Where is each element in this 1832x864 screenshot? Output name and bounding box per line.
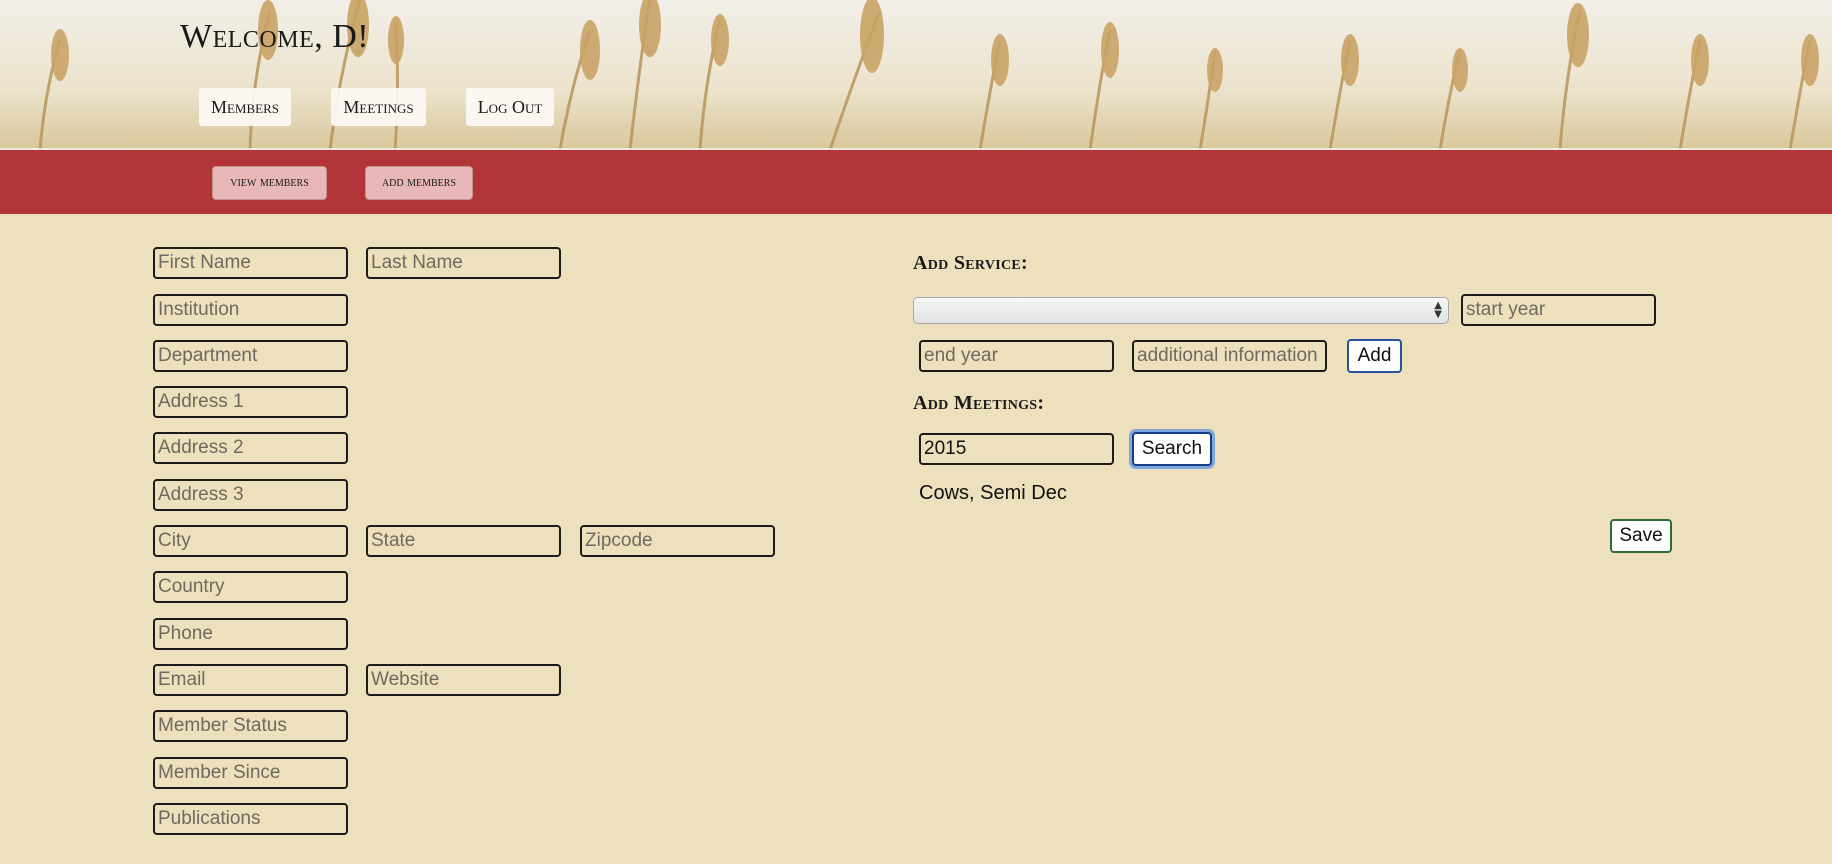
meeting-result[interactable]: Cows, Semi Dec (919, 482, 1067, 505)
end-year-field[interactable] (919, 340, 1114, 372)
service-select[interactable]: ▲ ▼ (913, 297, 1449, 324)
address3-field[interactable] (153, 479, 348, 511)
start-year-field[interactable] (1461, 294, 1656, 326)
meeting-year-field[interactable] (919, 433, 1114, 465)
phone-field[interactable] (153, 618, 348, 650)
address1-field[interactable] (153, 386, 348, 418)
nav-members-button[interactable]: Members (199, 88, 291, 126)
add-service-title: Add Service: (913, 252, 1029, 274)
view-members-button[interactable]: view members (212, 166, 327, 200)
website-field[interactable] (366, 664, 561, 696)
select-arrows-icon: ▲ ▼ (1434, 300, 1442, 320)
city-field[interactable] (153, 525, 348, 557)
search-meetings-button[interactable]: Search (1132, 432, 1212, 466)
member-status-field[interactable] (153, 710, 348, 742)
add-members-button[interactable]: add members (365, 166, 473, 200)
publications-field[interactable] (153, 803, 348, 835)
country-field[interactable] (153, 571, 348, 603)
address2-field[interactable] (153, 432, 348, 464)
members-subnav: view members add members (0, 150, 1832, 214)
first-name-field[interactable] (153, 247, 348, 279)
welcome-title: Welcome, D! (180, 18, 370, 55)
add-meetings-title: Add Meetings: (913, 392, 1045, 414)
state-field[interactable] (366, 525, 561, 557)
save-button[interactable]: Save (1610, 519, 1672, 553)
zipcode-field[interactable] (580, 525, 775, 557)
department-field[interactable] (153, 340, 348, 372)
nav-logout-button[interactable]: Log Out (466, 88, 554, 126)
email-field[interactable] (153, 664, 348, 696)
add-service-button[interactable]: Add (1347, 339, 1402, 373)
nav-meetings-button[interactable]: Meetings (331, 88, 426, 126)
additional-info-field[interactable] (1132, 340, 1327, 372)
last-name-field[interactable] (366, 247, 561, 279)
institution-field[interactable] (153, 294, 348, 326)
member-since-field[interactable] (153, 757, 348, 789)
header-banner: Welcome, D! Members Meetings Log Out (0, 0, 1832, 150)
